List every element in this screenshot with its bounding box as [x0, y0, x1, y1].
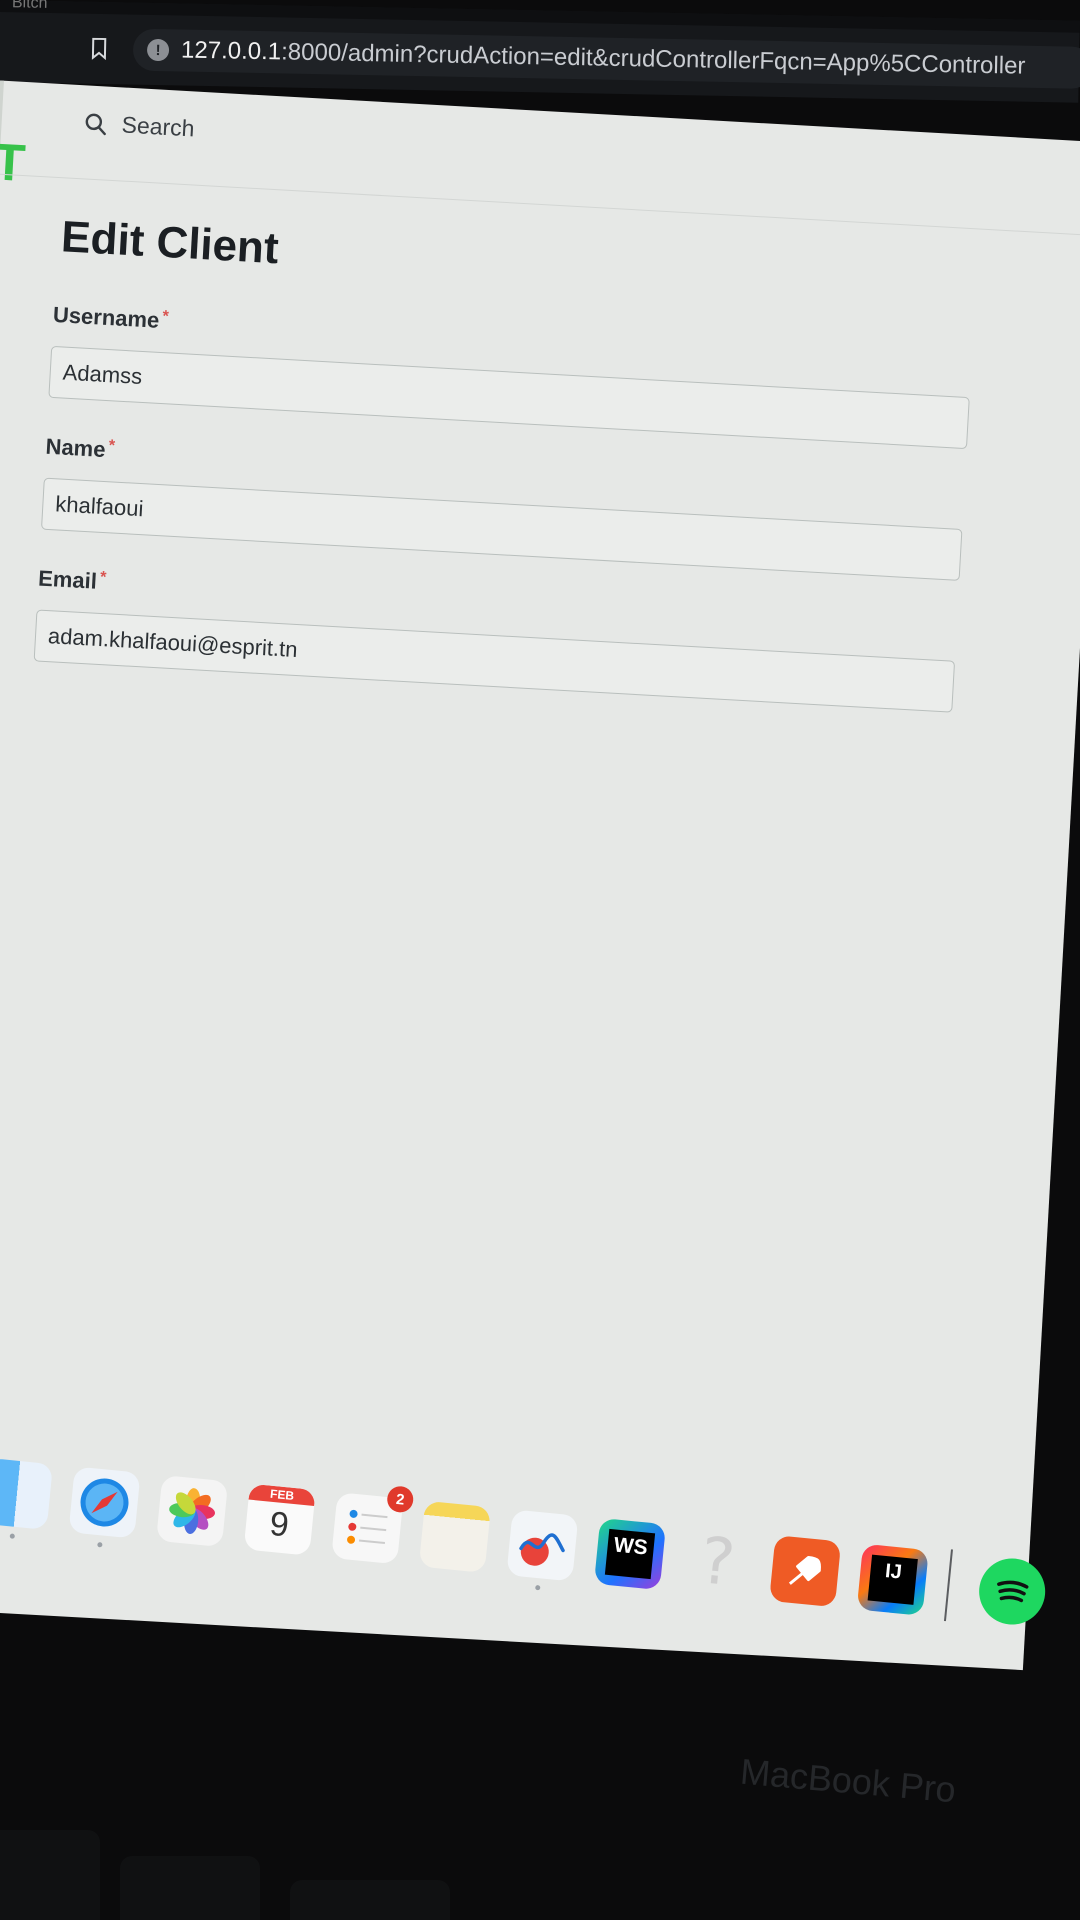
photos-icon[interactable]: [156, 1475, 229, 1548]
photo-stage: Bitch ! 127.0.0.1:8000/admin?crudAction=…: [0, 0, 1080, 1920]
required-marker: *: [99, 568, 107, 587]
keyboard-key: [290, 1880, 450, 1920]
notes-icon[interactable]: [418, 1500, 491, 1573]
page-title: Edit Client: [59, 212, 280, 274]
rocket-icon: [788, 1555, 822, 1585]
running-indicator: [535, 1584, 541, 1591]
compass-icon: [80, 1478, 129, 1527]
username-label: Username *: [52, 301, 170, 333]
browser-toolbar: Bitch ! 127.0.0.1:8000/admin?crudAction=…: [0, 0, 1080, 103]
tab-title[interactable]: Bitch: [12, 0, 48, 13]
url-text[interactable]: 127.0.0.1:8000/admin?crudAction=edit&cru…: [181, 36, 1026, 80]
checklist-icon: [347, 1509, 388, 1545]
admin-page: T Search Edit Client Username* Name* Ema…: [0, 80, 1080, 1671]
search-trigger[interactable]: Search: [83, 109, 195, 142]
freeform-icon[interactable]: [506, 1509, 579, 1591]
webstorm-icon[interactable]: WS: [593, 1517, 667, 1591]
flower-icon: [169, 1488, 216, 1534]
name-field-group: Name *: [40, 433, 965, 581]
username-input[interactable]: [48, 345, 970, 450]
webstorm-label: WS: [604, 1528, 656, 1580]
site-info-icon[interactable]: !: [146, 38, 170, 62]
running-indicator: [9, 1533, 16, 1539]
safari-icon[interactable]: [68, 1466, 141, 1548]
scribble-icon: [519, 1533, 565, 1566]
topbar: Search: [0, 80, 1080, 237]
keyboard-key: [0, 1830, 100, 1920]
dock-separator: [943, 1549, 953, 1622]
required-marker: *: [108, 437, 116, 455]
username-field-group: Username *: [48, 301, 972, 450]
sound-bars-icon: [997, 1580, 1029, 1603]
help-icon[interactable]: ?: [682, 1524, 754, 1601]
email-field-group: Email *: [33, 565, 958, 713]
name-input[interactable]: [40, 477, 963, 581]
search-icon: [85, 113, 106, 135]
calendar-icon[interactable]: FEB 9: [243, 1483, 316, 1556]
reminders-icon[interactable]: 2: [331, 1485, 415, 1565]
tab-strip[interactable]: Bitch: [0, 0, 1080, 33]
bookmark-icon[interactable]: [91, 37, 107, 61]
email-input[interactable]: [33, 609, 956, 713]
finder-icon[interactable]: [0, 1457, 54, 1539]
keyboard-key: [120, 1856, 260, 1920]
postman-icon[interactable]: [769, 1535, 842, 1608]
intellij-icon[interactable]: IJ: [856, 1543, 929, 1616]
required-marker: *: [161, 308, 170, 326]
laptop-brand-label: MacBook Pro: [738, 1750, 958, 1811]
sidebar-edge: [0, 80, 4, 1609]
email-label: Email *: [37, 565, 107, 594]
spotify-icon[interactable]: [976, 1555, 1049, 1628]
name-label: Name *: [44, 433, 116, 463]
calendar-day: 9: [267, 1504, 291, 1545]
search-label: Search: [120, 111, 196, 142]
address-bar[interactable]: ! 127.0.0.1:8000/admin?crudAction=edit&c…: [132, 28, 1080, 89]
running-indicator: [97, 1542, 103, 1548]
intellij-label: IJ: [867, 1554, 918, 1605]
